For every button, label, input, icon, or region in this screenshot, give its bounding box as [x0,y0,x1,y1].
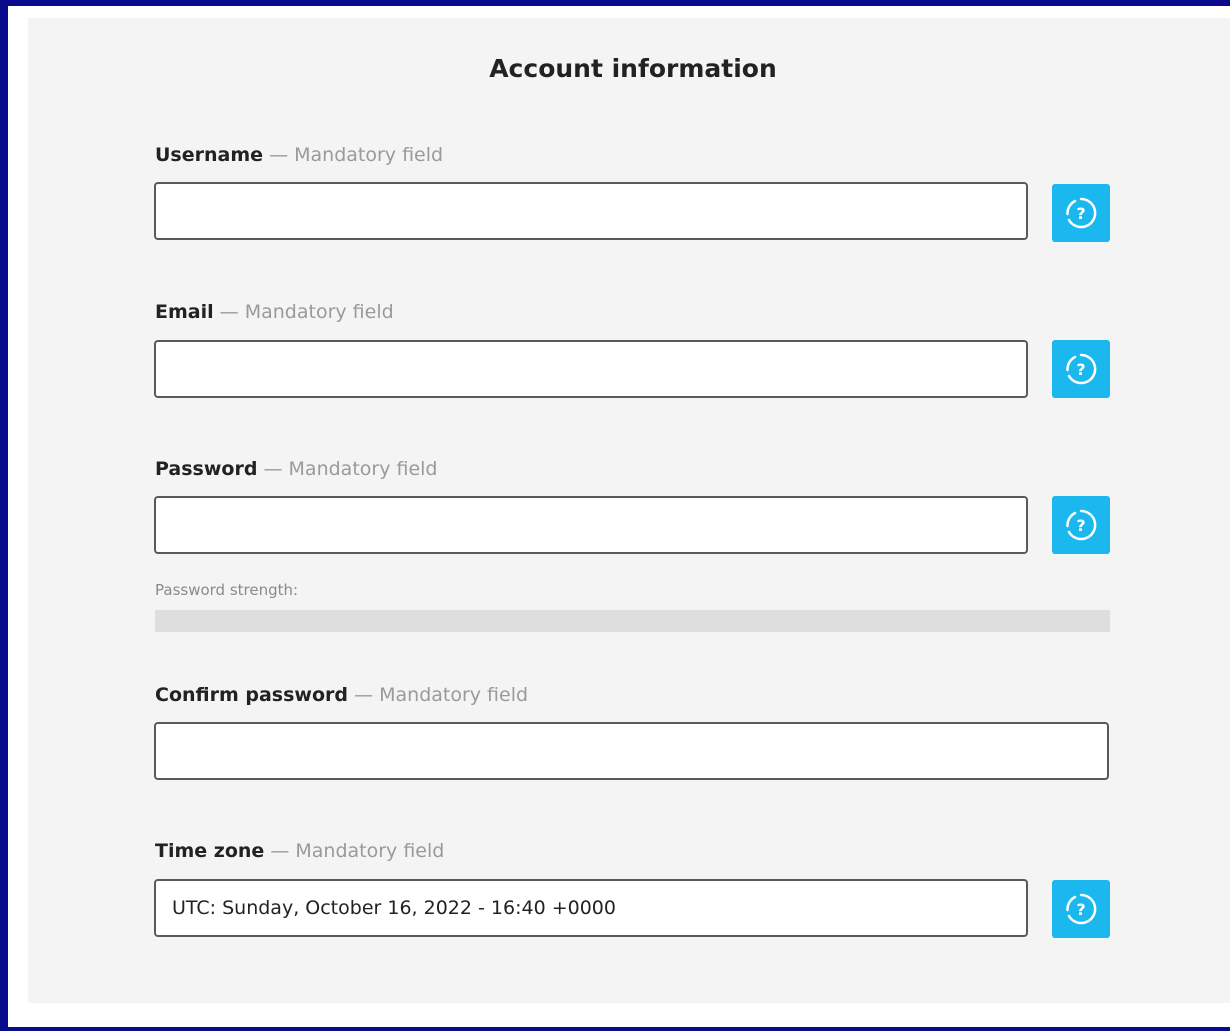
username-help-button[interactable]: ? [1052,184,1110,242]
timezone-label: Time zone — Mandatory field [155,840,444,862]
email-help-button[interactable]: ? [1052,340,1110,398]
mandatory-separator: — [269,144,289,166]
mandatory-hint: Mandatory field [294,144,444,166]
svg-text:?: ? [1076,204,1085,223]
password-label: Password — Mandatory field [155,458,437,480]
window-frame: Account information Username — Mandatory… [0,0,1230,1031]
timezone-input[interactable] [154,879,1028,937]
page-title: Account information [489,54,777,83]
password-strength-bar [155,610,1110,632]
svg-text:?: ? [1076,360,1085,379]
confirm-password-input[interactable] [154,722,1109,780]
mandatory-hint: Mandatory field [379,684,529,706]
username-label: Username — Mandatory field [155,144,443,166]
confirm-password-label-text: Confirm password [155,684,349,706]
email-label: Email — Mandatory field [155,301,394,323]
svg-text:?: ? [1076,516,1085,535]
mandatory-separator: — [219,301,239,323]
mandatory-separator: — [270,840,290,862]
help-question-icon: ? [1066,509,1097,541]
timezone-help-button[interactable]: ? [1052,880,1110,938]
mandatory-hint: Mandatory field [244,301,394,323]
timezone-label-text: Time zone [155,840,265,862]
mandatory-separator: — [263,458,283,480]
username-input[interactable] [154,182,1028,240]
password-label-text: Password [155,458,258,480]
username-label-text: Username [155,144,264,166]
help-question-icon: ? [1066,353,1097,385]
help-question-icon: ? [1066,893,1097,925]
mandatory-hint: Mandatory field [288,458,438,480]
password-input[interactable] [154,496,1028,554]
email-label-text: Email [155,301,214,323]
password-help-button[interactable]: ? [1052,496,1110,554]
mandatory-hint: Mandatory field [295,840,445,862]
svg-text:?: ? [1076,900,1085,919]
mandatory-separator: — [354,684,374,706]
help-question-icon: ? [1066,197,1097,229]
email-input[interactable] [154,340,1028,398]
confirm-password-label: Confirm password — Mandatory field [155,684,528,706]
password-strength-label: Password strength: [155,581,299,599]
